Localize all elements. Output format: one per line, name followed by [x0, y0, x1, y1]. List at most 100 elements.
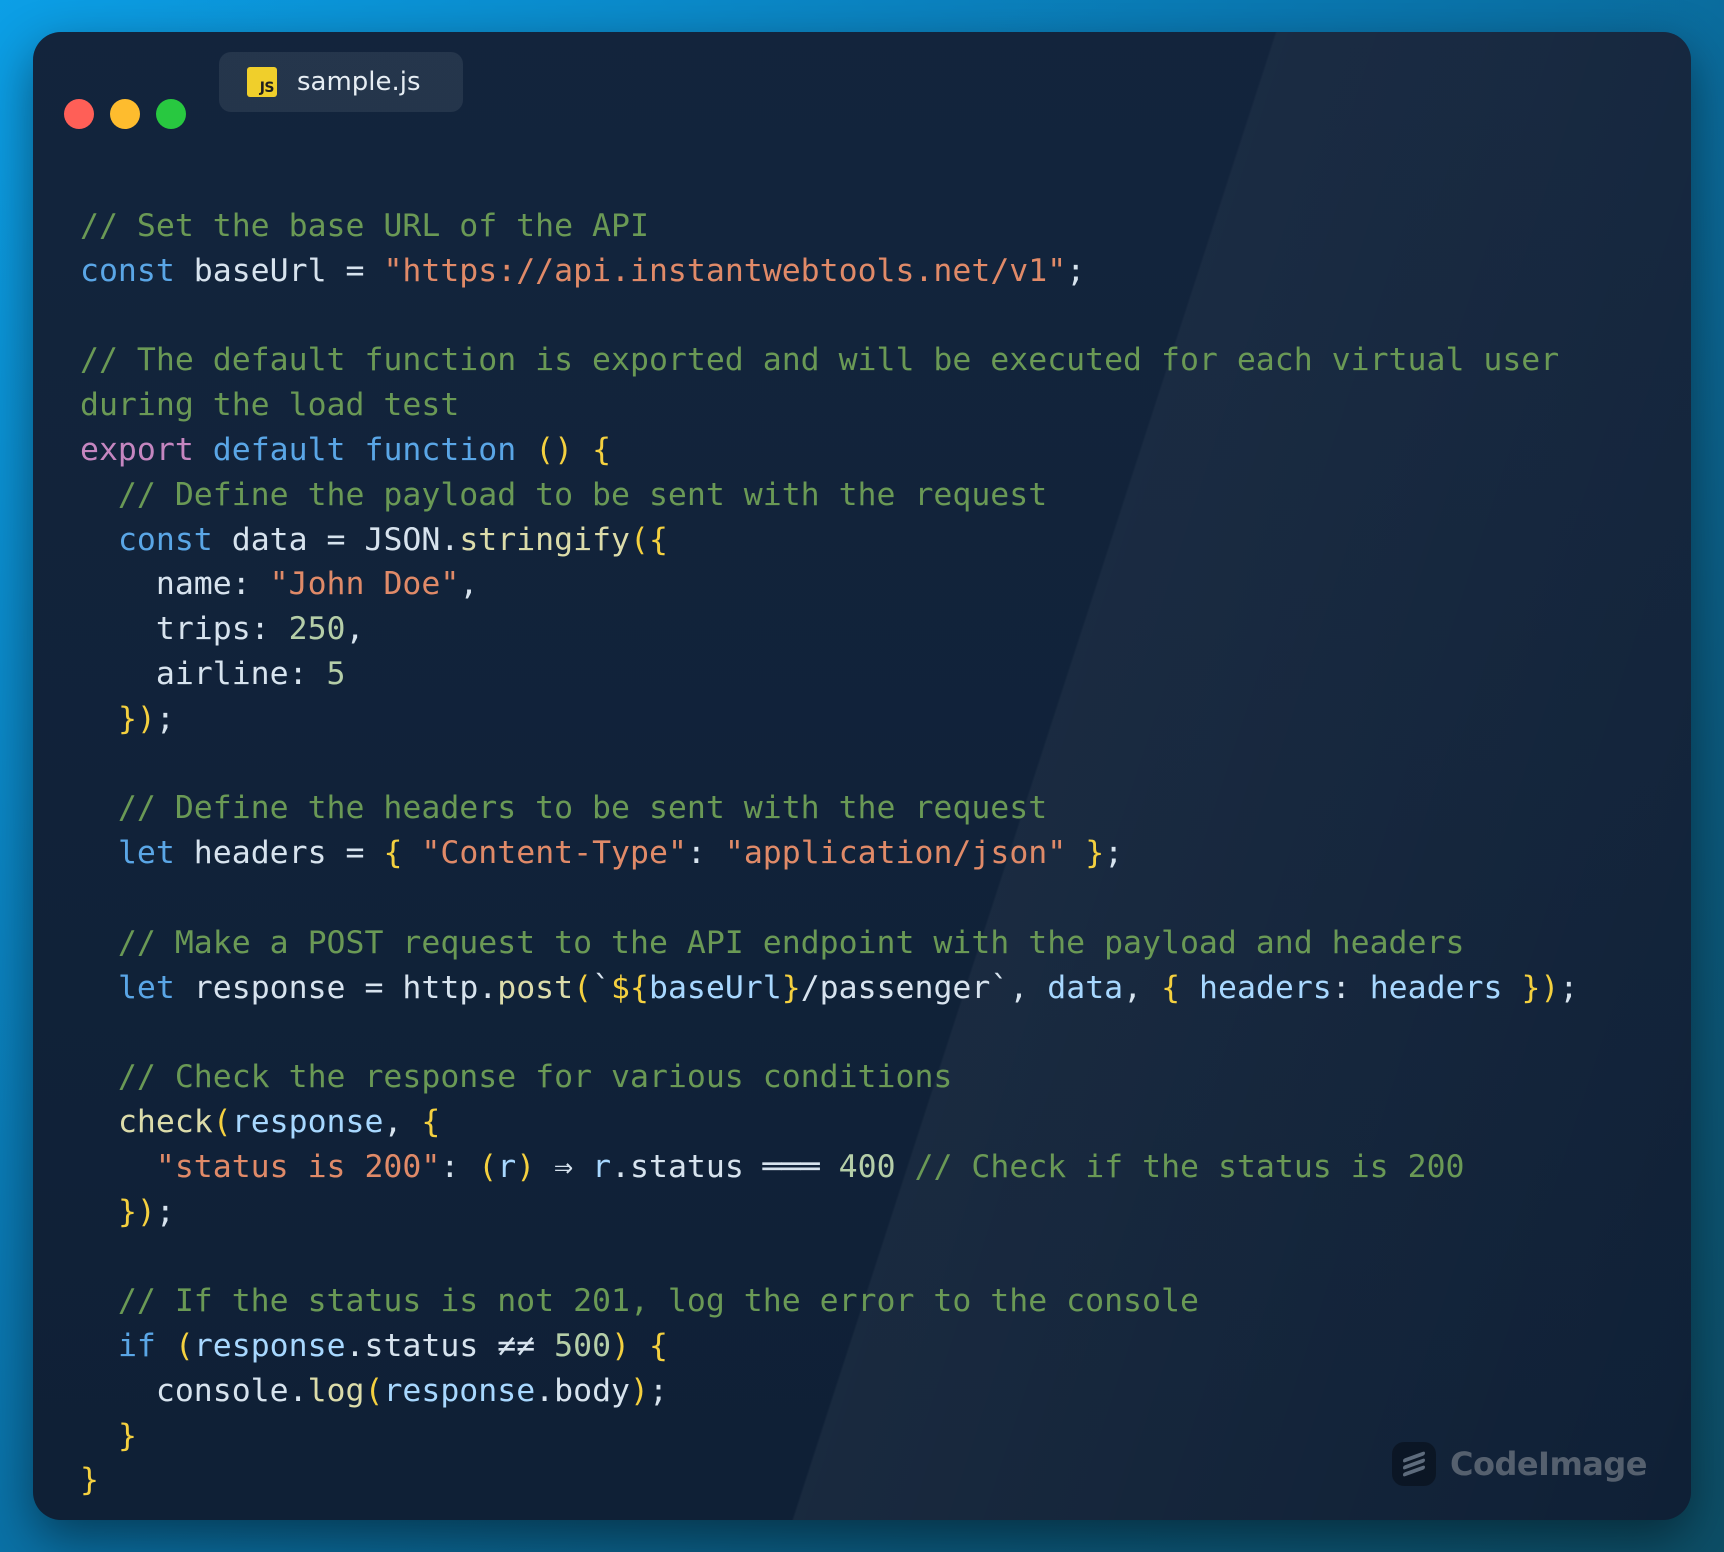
code-token: headers: [1180, 969, 1332, 1006]
code-line: export default function () {: [80, 428, 1578, 473]
code-token: trips:: [80, 611, 289, 648]
minimize-window-button[interactable]: [110, 99, 140, 129]
code-token: baseUrl =: [174, 252, 384, 289]
code-token: data = JSON.: [212, 521, 460, 558]
code-token: export: [80, 431, 194, 468]
code-token: post: [497, 969, 574, 1006]
code-line: }: [80, 1458, 1578, 1503]
code-token: let: [117, 835, 175, 872]
code-line: let response = http.post(`${baseUrl}/pas…: [80, 966, 1578, 1011]
code-line: // Define the payload to be sent with th…: [80, 473, 1578, 518]
code-token: {: [592, 431, 612, 468]
code-token: // Set the base URL of the API: [80, 208, 649, 244]
watermark: CodeImage: [1391, 1442, 1648, 1486]
code-line: trips: 250,: [80, 607, 1578, 652]
code-token: // If the status is not 201, log the err…: [80, 1283, 1199, 1320]
code-token: // Make a POST request to the API endpoi…: [80, 924, 1465, 961]
code-token: :: [440, 1148, 479, 1185]
code-line: airline: 5: [80, 652, 1578, 697]
code-line: ​: [80, 294, 1578, 339]
code-token: default: [212, 431, 346, 468]
code-token: .status: [345, 1327, 498, 1364]
code-window: JS sample.js // Set the base URL of the …: [33, 32, 1691, 1520]
code-token: ;: [155, 1193, 175, 1230]
code-token: {: [1161, 969, 1181, 1006]
code-token: ;: [648, 1372, 668, 1409]
file-tab[interactable]: JS sample.js: [219, 52, 463, 112]
code-token: log: [307, 1372, 365, 1409]
code-line: check(response, {: [80, 1100, 1578, 1145]
code-token: (): [535, 431, 574, 468]
code-token: headers =: [174, 835, 384, 872]
code-token: 400: [838, 1148, 896, 1185]
code-token: "https://api.instantwebtools.net/v1": [383, 252, 1067, 289]
code-token: headers: [1369, 969, 1503, 1006]
maximize-window-button[interactable]: [156, 99, 186, 129]
code-token: "John Doe": [269, 566, 460, 603]
code-line: // Define the headers to be sent with th…: [80, 786, 1578, 831]
code-token: r: [592, 1148, 612, 1185]
code-line: ​: [80, 1010, 1578, 1055]
code-token: baseUrl: [648, 969, 782, 1006]
code-token: airline:: [80, 655, 327, 692]
code-token: }): [117, 1193, 156, 1230]
js-file-icon: JS: [247, 67, 277, 97]
code-token: check: [117, 1103, 213, 1140]
code-line: if (response.status ≠≠ 500) {: [80, 1324, 1578, 1369]
code-line: ​: [80, 742, 1578, 787]
code-token: ,: [459, 566, 479, 603]
code-line: during the load test: [80, 383, 1578, 428]
code-token: ,: [383, 1103, 422, 1140]
code-token: during the load test: [80, 387, 460, 424]
code-token: 500: [554, 1327, 612, 1364]
code-token: ): [516, 1148, 536, 1185]
code-token: const: [80, 252, 175, 289]
code-line: // Check the response for various condit…: [80, 1055, 1578, 1100]
code-line: // If the status is not 201, log the err…: [80, 1279, 1578, 1324]
code-token: "application/json": [724, 835, 1067, 872]
code-token: ;: [155, 700, 175, 737]
code-line: "status is 200": (r) ⇒ r.status ═══ 400 …: [80, 1145, 1578, 1190]
code-line: let headers = { "Content-Type": "applica…: [80, 831, 1578, 876]
code-token: (: [364, 1372, 384, 1409]
code-line: });: [80, 697, 1578, 742]
code-token: if: [117, 1327, 156, 1364]
code-token: }: [80, 1462, 99, 1499]
file-tab-label: sample.js: [297, 67, 421, 97]
code-editor[interactable]: // Set the base URL of the API const base…: [80, 204, 1578, 1503]
code-token: response: [231, 1103, 384, 1140]
code-token: (: [174, 1327, 194, 1364]
code-token: response: [383, 1372, 536, 1409]
code-token: .body: [535, 1372, 630, 1409]
code-token: function: [364, 431, 517, 468]
code-line: ​: [80, 876, 1578, 921]
code-token: ({: [630, 521, 668, 558]
code-token: .status: [611, 1148, 763, 1185]
code-token: ): [630, 1372, 649, 1409]
code-token: {: [649, 1327, 668, 1364]
code-line: const data = JSON.stringify({: [80, 518, 1578, 563]
code-token: }): [1521, 969, 1560, 1006]
code-token: r: [497, 1148, 517, 1185]
code-token: /passenger`: [800, 969, 1010, 1006]
code-line: // Set the base URL of the API: [80, 204, 1578, 249]
code-line: // The default function is exported and …: [80, 338, 1578, 383]
code-token: ): [611, 1327, 631, 1364]
code-line: // Make a POST request to the API endpoi…: [80, 921, 1578, 966]
close-window-button[interactable]: [64, 99, 94, 129]
